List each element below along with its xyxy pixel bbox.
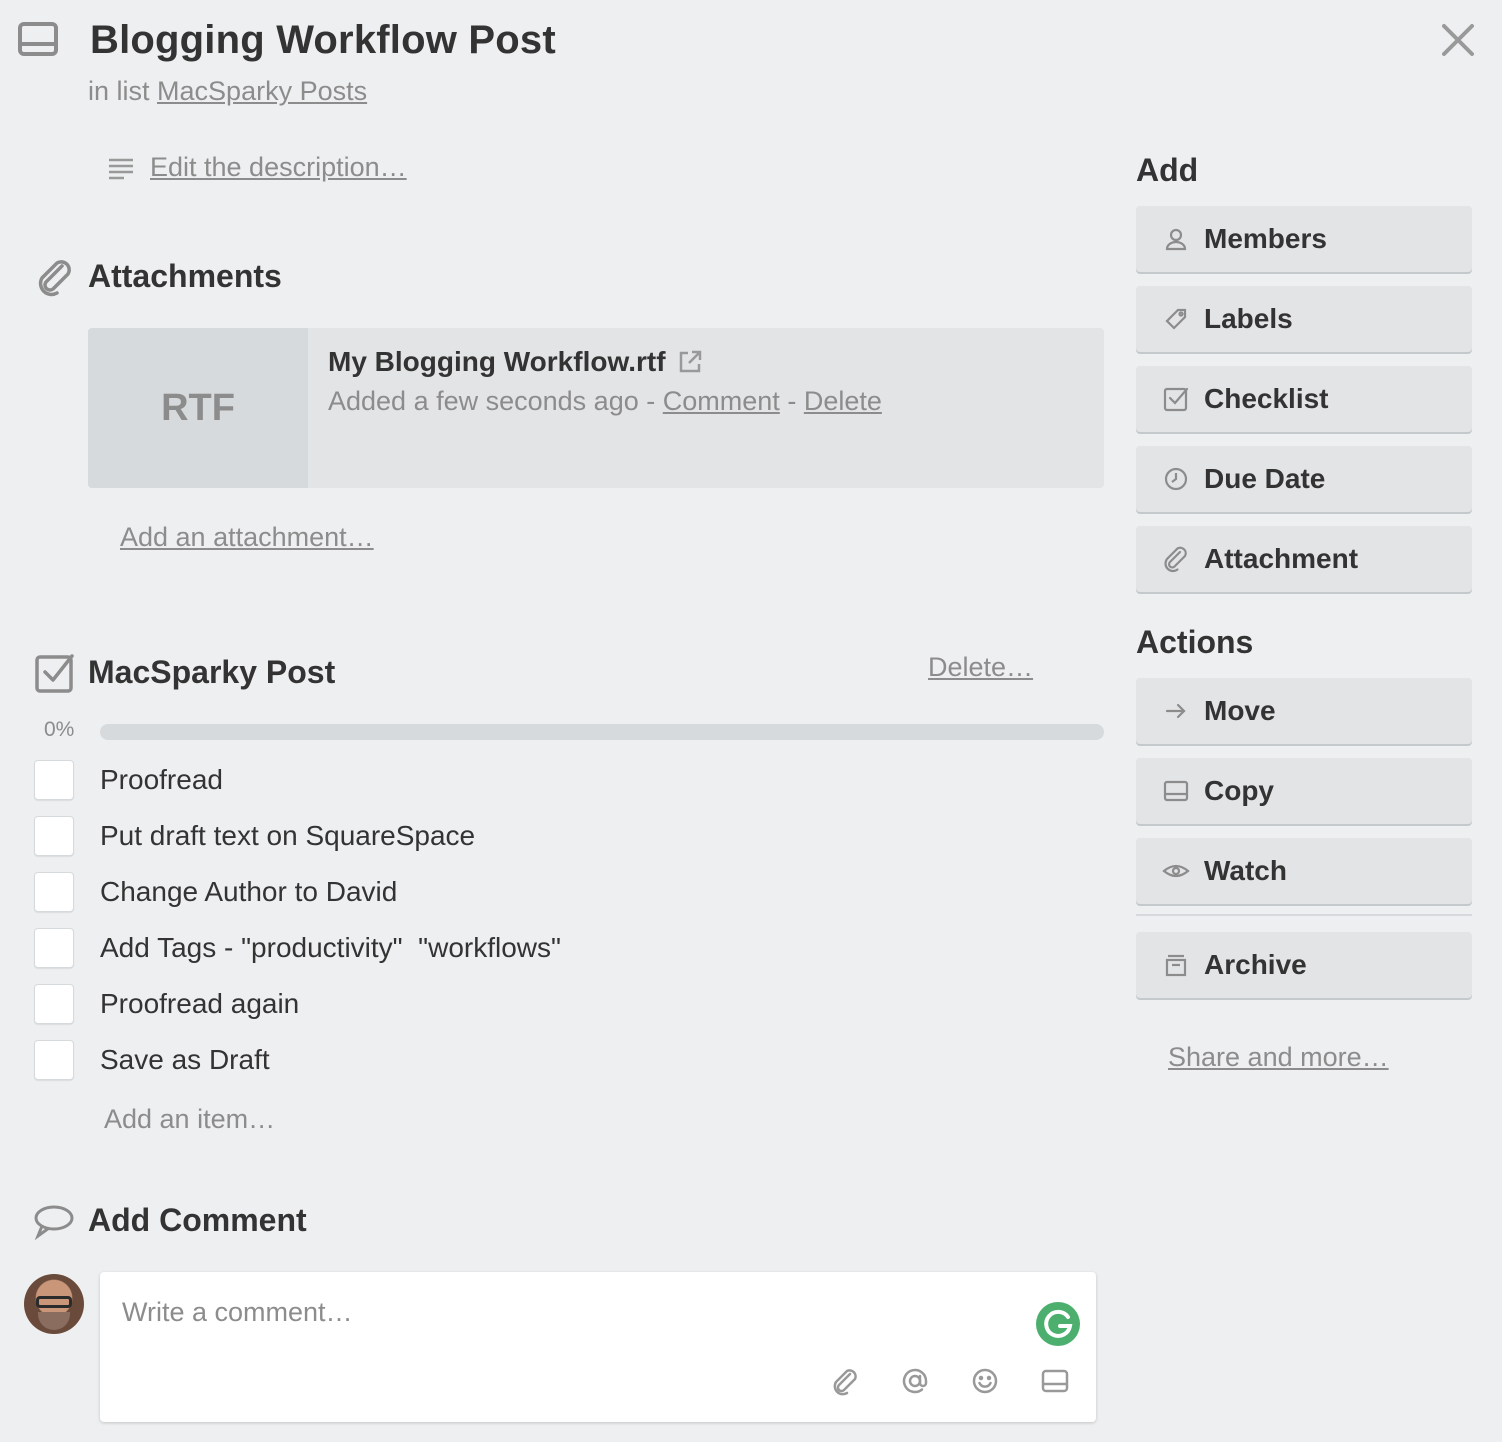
move-button[interactable]: Move [1136, 678, 1472, 744]
card-icon[interactable] [1040, 1366, 1070, 1396]
checklist-icon [34, 652, 76, 694]
meta-separator: - [787, 386, 797, 416]
members-button-label: Members [1204, 223, 1327, 254]
checklist-icon [1162, 385, 1190, 413]
checklist-item-label[interactable]: Proofread [100, 764, 223, 796]
checklist-progress-percent: 0% [44, 718, 75, 741]
grammarly-icon[interactable] [1036, 1302, 1080, 1346]
checklist-item[interactable]: Put draft text on SquareSpace [34, 816, 475, 856]
add-comment-heading: Add Comment [88, 1202, 307, 1238]
attachment-added-time: Added a few seconds ago [328, 386, 639, 416]
eye-icon [1162, 857, 1190, 885]
labels-button[interactable]: Labels [1136, 286, 1472, 352]
speech-bubble-icon [32, 1200, 74, 1242]
comment-box[interactable] [100, 1272, 1096, 1422]
checklist-button[interactable]: Checklist [1136, 366, 1472, 432]
archive-button-label: Archive [1204, 949, 1307, 980]
attachment-item[interactable]: RTF My Blogging Workflow.rtf Added a few… [88, 328, 1104, 488]
attachment-name[interactable]: My Blogging Workflow.rtf [328, 346, 666, 378]
checklist-item-label[interactable]: Add Tags - "productivity" "workflows" [100, 932, 561, 964]
comment-heading-row: Add Comment [32, 1200, 307, 1242]
attachments-heading-row: Attachments [34, 256, 282, 298]
arrow-right-icon [1162, 697, 1190, 725]
attachment-delete-link[interactable]: Delete [804, 386, 882, 416]
checklist-progress-bar [100, 724, 1104, 740]
checklist-item-label[interactable]: Save as Draft [100, 1044, 270, 1076]
checklist-item[interactable]: Change Author to David [34, 872, 397, 912]
checklist-delete-link[interactable]: Delete… [928, 652, 1033, 683]
due-date-button-label: Due Date [1204, 463, 1326, 494]
checklist-title[interactable]: MacSparky Post [88, 654, 335, 691]
checklist-item[interactable]: Proofread [34, 760, 223, 800]
attachment-button[interactable]: Attachment [1136, 526, 1472, 592]
copy-button[interactable]: Copy [1136, 758, 1472, 824]
checklist-item[interactable]: Save as Draft [34, 1040, 270, 1080]
checklist-checkbox[interactable] [34, 872, 74, 912]
checklist-item-label[interactable]: Put draft text on SquareSpace [100, 820, 475, 852]
copy-button-label: Copy [1204, 775, 1274, 806]
card-icon [1162, 777, 1190, 805]
edit-description-link[interactable]: Edit the description… [150, 152, 407, 183]
checklist-button-label: Checklist [1204, 383, 1329, 414]
emoji-icon[interactable] [970, 1366, 1000, 1396]
members-button[interactable]: Members [1136, 206, 1472, 272]
paperclip-icon [34, 256, 76, 298]
checklist-checkbox[interactable] [34, 984, 74, 1024]
card-list-info: in list MacSparky Posts [88, 76, 367, 107]
close-icon[interactable] [1436, 18, 1480, 62]
archive-button[interactable]: Archive [1136, 932, 1472, 998]
checklist-item[interactable]: Proofread again [34, 984, 299, 1024]
checklist-item-label[interactable]: Change Author to David [100, 876, 397, 908]
tag-icon [1162, 305, 1190, 333]
archive-icon [1162, 951, 1190, 979]
checklist-checkbox[interactable] [34, 760, 74, 800]
attachment-comment-link[interactable]: Comment [663, 386, 780, 416]
sidebar-divider [1136, 914, 1472, 916]
card-title[interactable]: Blogging Workflow Post [90, 18, 556, 63]
share-and-more-link[interactable]: Share and more… [1168, 1042, 1389, 1073]
checklist-item[interactable]: Add Tags - "productivity" "workflows" [34, 928, 561, 968]
clock-icon [1162, 465, 1190, 493]
labels-button-label: Labels [1204, 303, 1293, 334]
add-checklist-item[interactable]: Add an item… [104, 1104, 275, 1135]
avatar-beard [38, 1312, 70, 1330]
description-row[interactable]: Edit the description… [106, 152, 407, 183]
avatar[interactable] [24, 1274, 84, 1334]
checklist-item-label[interactable]: Proofread again [100, 988, 299, 1020]
avatar-glasses [36, 1296, 72, 1308]
checklist-checkbox[interactable] [34, 928, 74, 968]
external-link-icon[interactable] [676, 348, 704, 376]
paperclip-icon[interactable] [830, 1366, 860, 1396]
comment-input[interactable] [122, 1292, 1002, 1332]
due-date-button[interactable]: Due Date [1136, 446, 1472, 512]
watch-button[interactable]: Watch [1136, 838, 1472, 904]
actions-section-title: Actions [1136, 624, 1254, 660]
move-button-label: Move [1204, 695, 1276, 726]
checklist-heading-row: MacSparky Post [34, 652, 335, 694]
list-name-link[interactable]: MacSparky Posts [157, 76, 367, 106]
attachments-heading: Attachments [88, 258, 282, 294]
checklist-checkbox[interactable] [34, 1040, 74, 1080]
attachment-thumbnail[interactable]: RTF [88, 328, 308, 488]
add-attachment-link[interactable]: Add an attachment… [120, 522, 374, 553]
paperclip-icon [1162, 545, 1190, 573]
meta-separator: - [646, 386, 656, 416]
add-section-title: Add [1136, 152, 1199, 188]
person-icon [1162, 225, 1190, 253]
description-lines-icon [106, 153, 136, 183]
attachment-button-label: Attachment [1204, 543, 1359, 574]
in-list-prefix: in list [88, 76, 150, 106]
checklist-checkbox[interactable] [34, 816, 74, 856]
watch-button-label: Watch [1204, 855, 1287, 886]
at-sign-icon[interactable] [900, 1366, 930, 1396]
card-icon [16, 20, 60, 60]
